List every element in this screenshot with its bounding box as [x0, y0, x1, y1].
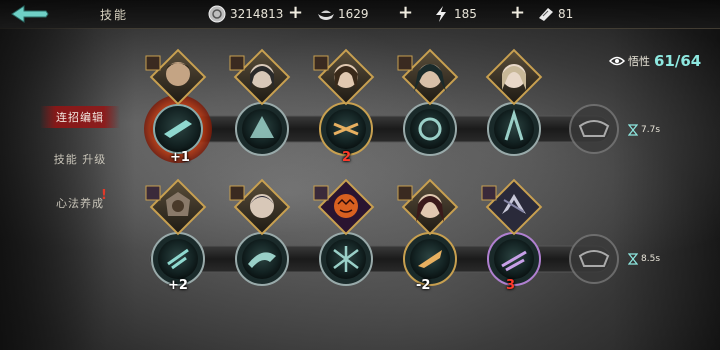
row2-slot1-badge: +2	[168, 278, 188, 293]
row1-cooldown-value: 7.7s	[641, 125, 661, 135]
row1-portrait-1[interactable]	[145, 48, 207, 106]
row2-slot5-badge: 3	[506, 278, 516, 293]
combo-row-1	[144, 48, 619, 163]
row1-portrait-4[interactable]	[397, 48, 459, 106]
row2-portrait-3[interactable]	[313, 178, 375, 236]
row1-slot-4[interactable]	[403, 102, 457, 156]
row1-cooldown: 7.7s	[628, 124, 660, 136]
combo-row-2	[145, 178, 619, 286]
row2-slot-3[interactable]	[319, 232, 373, 286]
hourglass-icon	[628, 253, 638, 265]
row1-portrait-5[interactable]	[485, 48, 543, 106]
row1-slot-5[interactable]	[487, 102, 541, 156]
row2-portrait-4[interactable]	[397, 178, 459, 236]
row1-end-slot[interactable]	[569, 104, 619, 154]
row1-slot-2[interactable]	[235, 102, 289, 156]
row2-portrait-2[interactable]	[229, 178, 291, 236]
row2-portrait-5[interactable]	[481, 178, 543, 236]
row1-slot-3[interactable]	[319, 102, 373, 156]
row2-cooldown-value: 8.5s	[641, 254, 661, 264]
row2-cooldown: 8.5s	[628, 253, 660, 265]
row2-portrait-1[interactable]	[145, 178, 207, 236]
row1-portrait-2[interactable]	[229, 48, 291, 106]
row2-end-slot[interactable]	[569, 234, 619, 284]
row1-slot3-badge: 2	[342, 150, 352, 165]
row1-portrait-3[interactable]	[313, 48, 375, 106]
row2-slot-2[interactable]	[235, 232, 289, 286]
hourglass-icon	[628, 124, 638, 136]
row1-slot1-badge: +1	[170, 150, 190, 165]
skill-combo-board	[144, 48, 619, 286]
row2-slot4-badge: -2	[416, 278, 431, 293]
